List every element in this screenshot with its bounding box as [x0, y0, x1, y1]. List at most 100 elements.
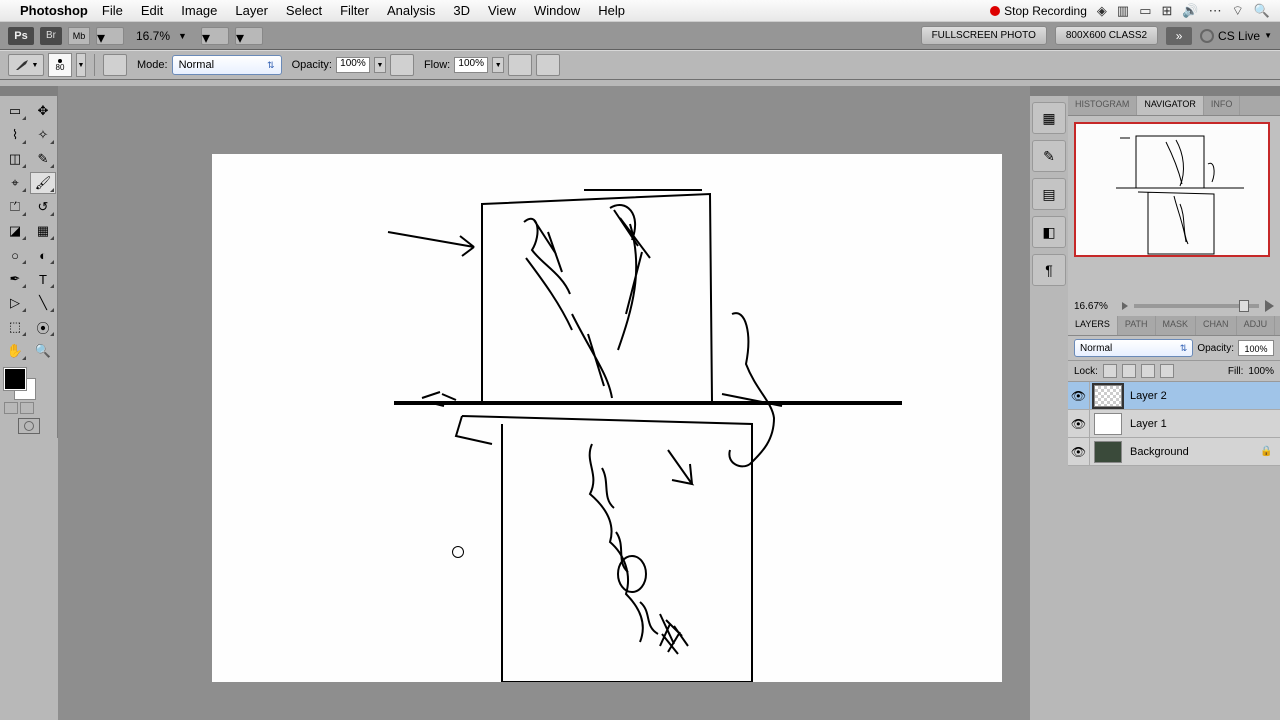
- navigator-zoom-slider[interactable]: [1134, 304, 1259, 308]
- layer-row[interactable]: 👁 Layer 1: [1068, 410, 1280, 438]
- foreground-color-swatch[interactable]: [4, 368, 26, 390]
- status-icon-1[interactable]: ◈: [1097, 3, 1107, 19]
- display-icon[interactable]: ▭: [1139, 3, 1151, 19]
- tab-paths[interactable]: PATH: [1118, 316, 1156, 335]
- workspace-class-button[interactable]: 800X600 CLASS2: [1055, 26, 1158, 45]
- flow-dropdown[interactable]: ▼: [492, 57, 504, 73]
- tab-info[interactable]: INFO: [1204, 96, 1241, 115]
- brush-preset-dropdown[interactable]: ▼: [76, 53, 86, 77]
- brush-panel-toggle[interactable]: [103, 54, 127, 76]
- menu-3d[interactable]: 3D: [453, 3, 470, 18]
- tab-masks[interactable]: MASK: [1156, 316, 1197, 335]
- zoom-tool[interactable]: 🔍: [30, 340, 56, 362]
- view-options-drop[interactable]: ▾: [96, 27, 124, 45]
- status-icon-2[interactable]: ▥: [1117, 3, 1129, 19]
- 3d-tool[interactable]: ⬚: [2, 316, 28, 338]
- tab-adjustments[interactable]: ADJU: [1237, 316, 1276, 335]
- right-panel-grip[interactable]: [1068, 86, 1280, 96]
- cs-live-button[interactable]: CS Live ▼: [1200, 29, 1272, 43]
- layer-thumbnail[interactable]: [1094, 441, 1122, 463]
- layer-blend-mode-select[interactable]: Normal ⇅: [1074, 339, 1193, 357]
- workspace-next-button[interactable]: »: [1166, 27, 1192, 45]
- navigator-thumbnail[interactable]: [1074, 122, 1270, 257]
- zoom-out-icon[interactable]: [1122, 302, 1128, 310]
- strip-grip[interactable]: [1030, 86, 1068, 96]
- lock-all-button[interactable]: [1160, 364, 1174, 378]
- layer-thumbnail[interactable]: [1094, 413, 1122, 435]
- type-tool[interactable]: T: [30, 268, 56, 290]
- panel-icon-1[interactable]: ▦: [1032, 102, 1066, 134]
- stamp-tool[interactable]: ⏍: [2, 196, 28, 218]
- screen-mode-1[interactable]: ▾: [201, 27, 229, 45]
- hand-tool[interactable]: ✋: [2, 340, 28, 362]
- gradient-tool[interactable]: ▦: [30, 220, 56, 242]
- minibridge-button[interactable]: Mb: [68, 27, 90, 45]
- zoom-dropdown-icon[interactable]: ▼: [178, 31, 187, 41]
- airbrush-toggle[interactable]: [508, 54, 532, 76]
- menu-image[interactable]: Image: [181, 3, 217, 18]
- wifi-icon[interactable]: ⌔: [1232, 3, 1244, 19]
- default-colors-button[interactable]: [4, 402, 18, 414]
- menu-help[interactable]: Help: [598, 3, 625, 18]
- marquee-tool[interactable]: ▭: [2, 100, 28, 122]
- panel-icon-4[interactable]: ◧: [1032, 216, 1066, 248]
- layer-row[interactable]: 👁 Layer 2: [1068, 382, 1280, 410]
- menu-edit[interactable]: Edit: [141, 3, 163, 18]
- zoom-level-text[interactable]: 16.7%: [136, 29, 170, 43]
- crop-tool[interactable]: ◫: [2, 148, 28, 170]
- workspace-fullscreen-button[interactable]: FULLSCREEN PHOTO: [921, 26, 1047, 45]
- layer-row[interactable]: 👁 Background 🔒: [1068, 438, 1280, 466]
- layer-name[interactable]: Background: [1126, 446, 1260, 458]
- spotlight-icon[interactable]: 🔍: [1254, 3, 1270, 19]
- status-icon-3[interactable]: ⊞: [1161, 3, 1172, 19]
- zoom-in-icon[interactable]: [1265, 300, 1274, 312]
- tab-histogram[interactable]: HISTOGRAM: [1068, 96, 1137, 115]
- tools-panel-grip[interactable]: [0, 86, 57, 96]
- menu-analysis[interactable]: Analysis: [387, 3, 435, 18]
- eraser-tool[interactable]: ◪: [2, 220, 28, 242]
- color-swatches[interactable]: [0, 366, 57, 402]
- move-tool[interactable]: ✥: [30, 100, 56, 122]
- screen-record-button[interactable]: Stop Recording: [990, 4, 1087, 18]
- 3d-camera-tool[interactable]: ⦿: [30, 316, 56, 338]
- size-pressure-toggle[interactable]: [536, 54, 560, 76]
- tab-navigator[interactable]: NAVIGATOR: [1137, 96, 1204, 115]
- canvas-area[interactable]: [58, 86, 1030, 720]
- tool-preset-picker[interactable]: ▼: [8, 54, 44, 76]
- brush-preset-picker[interactable]: 80: [48, 53, 72, 77]
- bridge-button[interactable]: Br: [40, 27, 62, 45]
- dodge-tool[interactable]: ◐: [30, 244, 56, 266]
- eyedropper-tool[interactable]: ✎: [30, 148, 56, 170]
- tab-layers[interactable]: LAYERS: [1068, 316, 1118, 335]
- visibility-toggle[interactable]: 👁: [1068, 382, 1090, 410]
- layer-thumbnail[interactable]: [1094, 385, 1122, 407]
- panel-icon-3[interactable]: ▤: [1032, 178, 1066, 210]
- flow-input[interactable]: 100%: [454, 57, 488, 73]
- magic-wand-tool[interactable]: ✧: [30, 124, 56, 146]
- visibility-toggle[interactable]: 👁: [1068, 410, 1090, 438]
- screen-mode-2[interactable]: ▾: [235, 27, 263, 45]
- menu-layer[interactable]: Layer: [235, 3, 268, 18]
- layer-name[interactable]: Layer 2: [1126, 390, 1280, 402]
- document-canvas[interactable]: [212, 154, 1002, 682]
- lock-pixels-button[interactable]: [1122, 364, 1136, 378]
- menu-window[interactable]: Window: [534, 3, 580, 18]
- navigator-zoom-value[interactable]: 16.67%: [1074, 301, 1116, 312]
- menu-file[interactable]: File: [102, 3, 123, 18]
- layer-opacity-input[interactable]: 100%: [1238, 340, 1274, 356]
- blur-tool[interactable]: ○: [2, 244, 28, 266]
- visibility-toggle[interactable]: 👁: [1068, 438, 1090, 466]
- path-select-tool[interactable]: ▷: [2, 292, 28, 314]
- tab-channels[interactable]: CHAN: [1196, 316, 1237, 335]
- blend-mode-select[interactable]: Normal ⇅: [172, 55, 282, 75]
- panel-icon-2[interactable]: ✎: [1032, 140, 1066, 172]
- swap-colors-button[interactable]: [20, 402, 34, 414]
- opacity-dropdown[interactable]: ▼: [374, 57, 386, 73]
- shape-tool[interactable]: ╲: [30, 292, 56, 314]
- history-brush-tool[interactable]: ↺: [30, 196, 56, 218]
- panel-icon-5[interactable]: ¶: [1032, 254, 1066, 286]
- lock-position-button[interactable]: [1141, 364, 1155, 378]
- brush-tool[interactable]: 🖌: [30, 172, 56, 194]
- lasso-tool[interactable]: ⌇: [2, 124, 28, 146]
- app-name[interactable]: Photoshop: [20, 3, 88, 18]
